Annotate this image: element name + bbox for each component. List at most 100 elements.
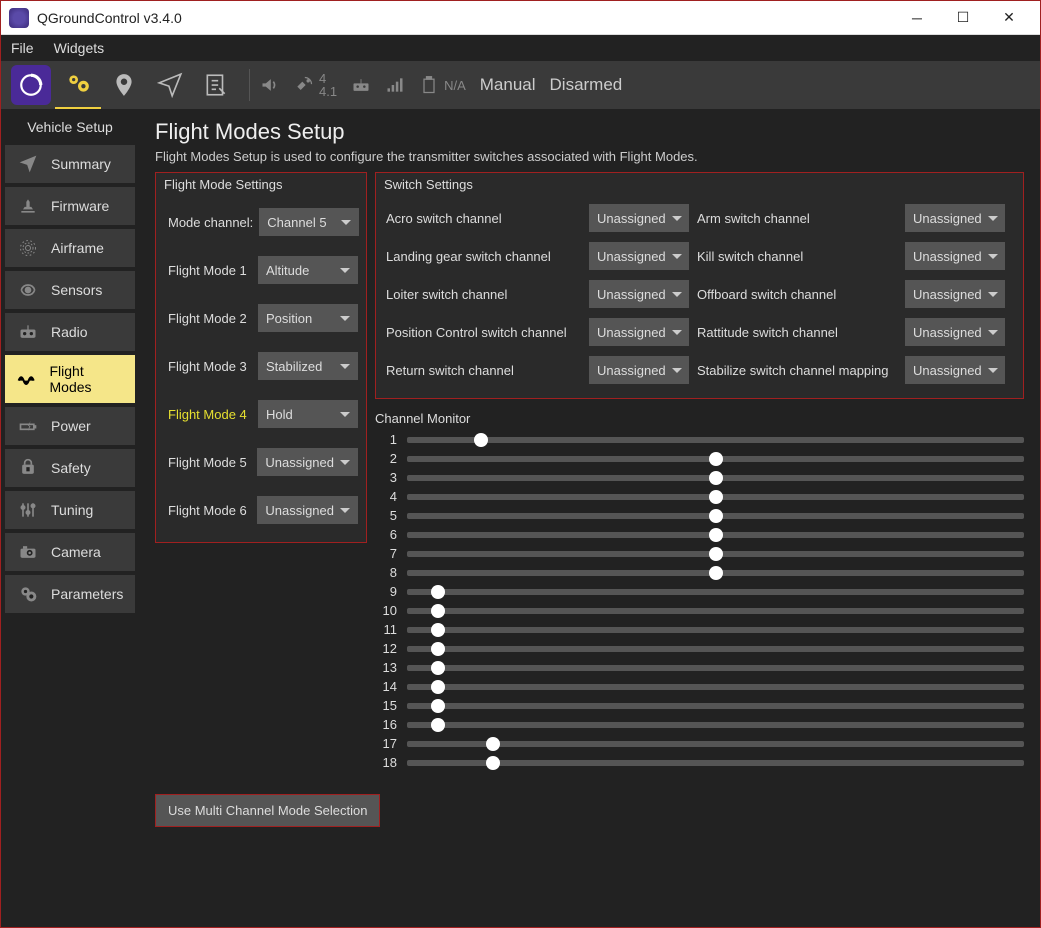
channel-12-thumb — [431, 642, 445, 656]
sidebar-item-airframe[interactable]: Airframe — [5, 229, 135, 267]
channel-11-thumb — [431, 623, 445, 637]
channel-13-row: 13 — [375, 660, 1024, 675]
summary-icon — [15, 153, 41, 175]
switch-3-r-label: Rattitude switch channel — [697, 325, 897, 340]
channel-9-label: 9 — [375, 584, 397, 599]
sidebar-item-camera[interactable]: Camera — [5, 533, 135, 571]
switch-2-l-dropdown[interactable]: Unassigned — [589, 280, 689, 308]
sidebar-item-summary[interactable]: Summary — [5, 145, 135, 183]
sidebar-item-flight-modes[interactable]: Flight Modes — [5, 355, 135, 403]
minimize-button[interactable]: ─ — [894, 1, 940, 35]
channel-5-track — [407, 513, 1024, 519]
channel-5-label: 5 — [375, 508, 397, 523]
main-content: Flight Modes Setup Flight Modes Setup is… — [139, 109, 1040, 927]
switch-1-l-dropdown[interactable]: Unassigned — [589, 242, 689, 270]
chevron-down-icon — [988, 368, 998, 373]
flight-mode-2-dropdown[interactable]: Position — [258, 304, 358, 332]
channel-12-label: 12 — [375, 641, 397, 656]
channel-2-label: 2 — [375, 451, 397, 466]
flight-mode-1-label: Flight Mode 1 — [168, 263, 247, 278]
sidebar-item-label: Safety — [51, 460, 91, 476]
channel-4-row: 4 — [375, 489, 1024, 504]
sidebar-item-label: Tuning — [51, 502, 93, 518]
channel-1-row: 1 — [375, 432, 1024, 447]
sidebar-item-sensors[interactable]: Sensors — [5, 271, 135, 309]
flight-mode-settings-panel: Flight Mode Settings Mode channel: Chann… — [155, 172, 367, 543]
logo-button[interactable] — [11, 65, 51, 105]
sidebar-item-parameters[interactable]: Parameters — [5, 575, 135, 613]
switch-2-r-label: Offboard switch channel — [697, 287, 897, 302]
sidebar-item-label: Airframe — [51, 240, 104, 256]
flight-mode-5-dropdown[interactable]: Unassigned — [257, 448, 358, 476]
switch-4-l-dropdown[interactable]: Unassigned — [589, 356, 689, 384]
tuning-icon — [15, 499, 41, 521]
switch-0-r-dropdown[interactable]: Unassigned — [905, 204, 1005, 232]
channel-4-track — [407, 494, 1024, 500]
menu-file[interactable]: File — [11, 40, 34, 56]
switch-3-r-dropdown[interactable]: Unassigned — [905, 318, 1005, 346]
channel-15-track — [407, 703, 1024, 709]
channel-13-thumb — [431, 661, 445, 675]
chevron-down-icon — [988, 292, 998, 297]
sidebar-item-firmware[interactable]: Firmware — [5, 187, 135, 225]
switch-1-r-dropdown[interactable]: Unassigned — [905, 242, 1005, 270]
switch-3-l-dropdown[interactable]: Unassigned — [589, 318, 689, 346]
sidebar-item-label: Sensors — [51, 282, 102, 298]
channel-13-label: 13 — [375, 660, 397, 675]
mode-channel-label: Mode channel: — [168, 215, 253, 230]
page-subtitle: Flight Modes Setup is used to configure … — [155, 149, 1024, 164]
sidebar-item-power[interactable]: Power — [5, 407, 135, 445]
plan-button[interactable] — [101, 61, 147, 109]
sidebar-item-radio[interactable]: Radio — [5, 313, 135, 351]
channel-10-label: 10 — [375, 603, 397, 618]
channel-16-track — [407, 722, 1024, 728]
sidebar-item-label: Camera — [51, 544, 101, 560]
chevron-down-icon — [672, 216, 682, 221]
radio-icon — [15, 321, 41, 343]
channel-10-thumb — [431, 604, 445, 618]
mode-channel-dropdown[interactable]: Channel 5 — [259, 208, 359, 236]
channel-15-label: 15 — [375, 698, 397, 713]
announce-icon[interactable] — [260, 75, 280, 95]
flight-mode-3-label: Flight Mode 3 — [168, 359, 247, 374]
channel-14-row: 14 — [375, 679, 1024, 694]
flight-mode-status[interactable]: Manual — [480, 75, 536, 95]
sidebar-item-label: Flight Modes — [50, 363, 126, 395]
channel-18-track — [407, 760, 1024, 766]
switch-4-l-label: Return switch channel — [386, 363, 581, 378]
maximize-button[interactable]: ☐ — [940, 1, 986, 35]
channel-16-label: 16 — [375, 717, 397, 732]
flight-mode-5-label: Flight Mode 5 — [168, 455, 247, 470]
switch-0-l-dropdown[interactable]: Unassigned — [589, 204, 689, 232]
analyze-button[interactable] — [193, 61, 239, 109]
channel-4-thumb — [709, 490, 723, 504]
chevron-down-icon — [672, 330, 682, 335]
close-button[interactable]: ✕ — [986, 1, 1032, 35]
multi-channel-button[interactable]: Use Multi Channel Mode Selection — [156, 795, 379, 826]
channel-3-track — [407, 475, 1024, 481]
flight-mode-1-dropdown[interactable]: Altitude — [258, 256, 358, 284]
sidebar-item-label: Summary — [51, 156, 111, 172]
setup-button[interactable] — [55, 61, 101, 109]
flight-mode-6-dropdown[interactable]: Unassigned — [257, 496, 358, 524]
sidebar-item-tuning[interactable]: Tuning — [5, 491, 135, 529]
channel-16-row: 16 — [375, 717, 1024, 732]
switch-3-l-label: Position Control switch channel — [386, 325, 581, 340]
channel-11-label: 11 — [375, 622, 397, 637]
menu-widgets[interactable]: Widgets — [54, 40, 105, 56]
flight-mode-4-dropdown[interactable]: Hold — [258, 400, 358, 428]
menubar: File Widgets — [1, 35, 1040, 61]
flight-mode-6-label: Flight Mode 6 — [168, 503, 247, 518]
switch-2-l-label: Loiter switch channel — [386, 287, 581, 302]
sidebar-item-label: Radio — [51, 324, 88, 340]
switch-4-r-dropdown[interactable]: Unassigned — [905, 356, 1005, 384]
safety-icon — [15, 457, 41, 479]
chevron-down-icon — [340, 364, 350, 369]
channel-17-track — [407, 741, 1024, 747]
channel-8-track — [407, 570, 1024, 576]
switch-2-r-dropdown[interactable]: Unassigned — [905, 280, 1005, 308]
flight-mode-3-dropdown[interactable]: Stabilized — [258, 352, 358, 380]
arm-status[interactable]: Disarmed — [550, 75, 623, 95]
sidebar-item-safety[interactable]: Safety — [5, 449, 135, 487]
fly-button[interactable] — [147, 61, 193, 109]
